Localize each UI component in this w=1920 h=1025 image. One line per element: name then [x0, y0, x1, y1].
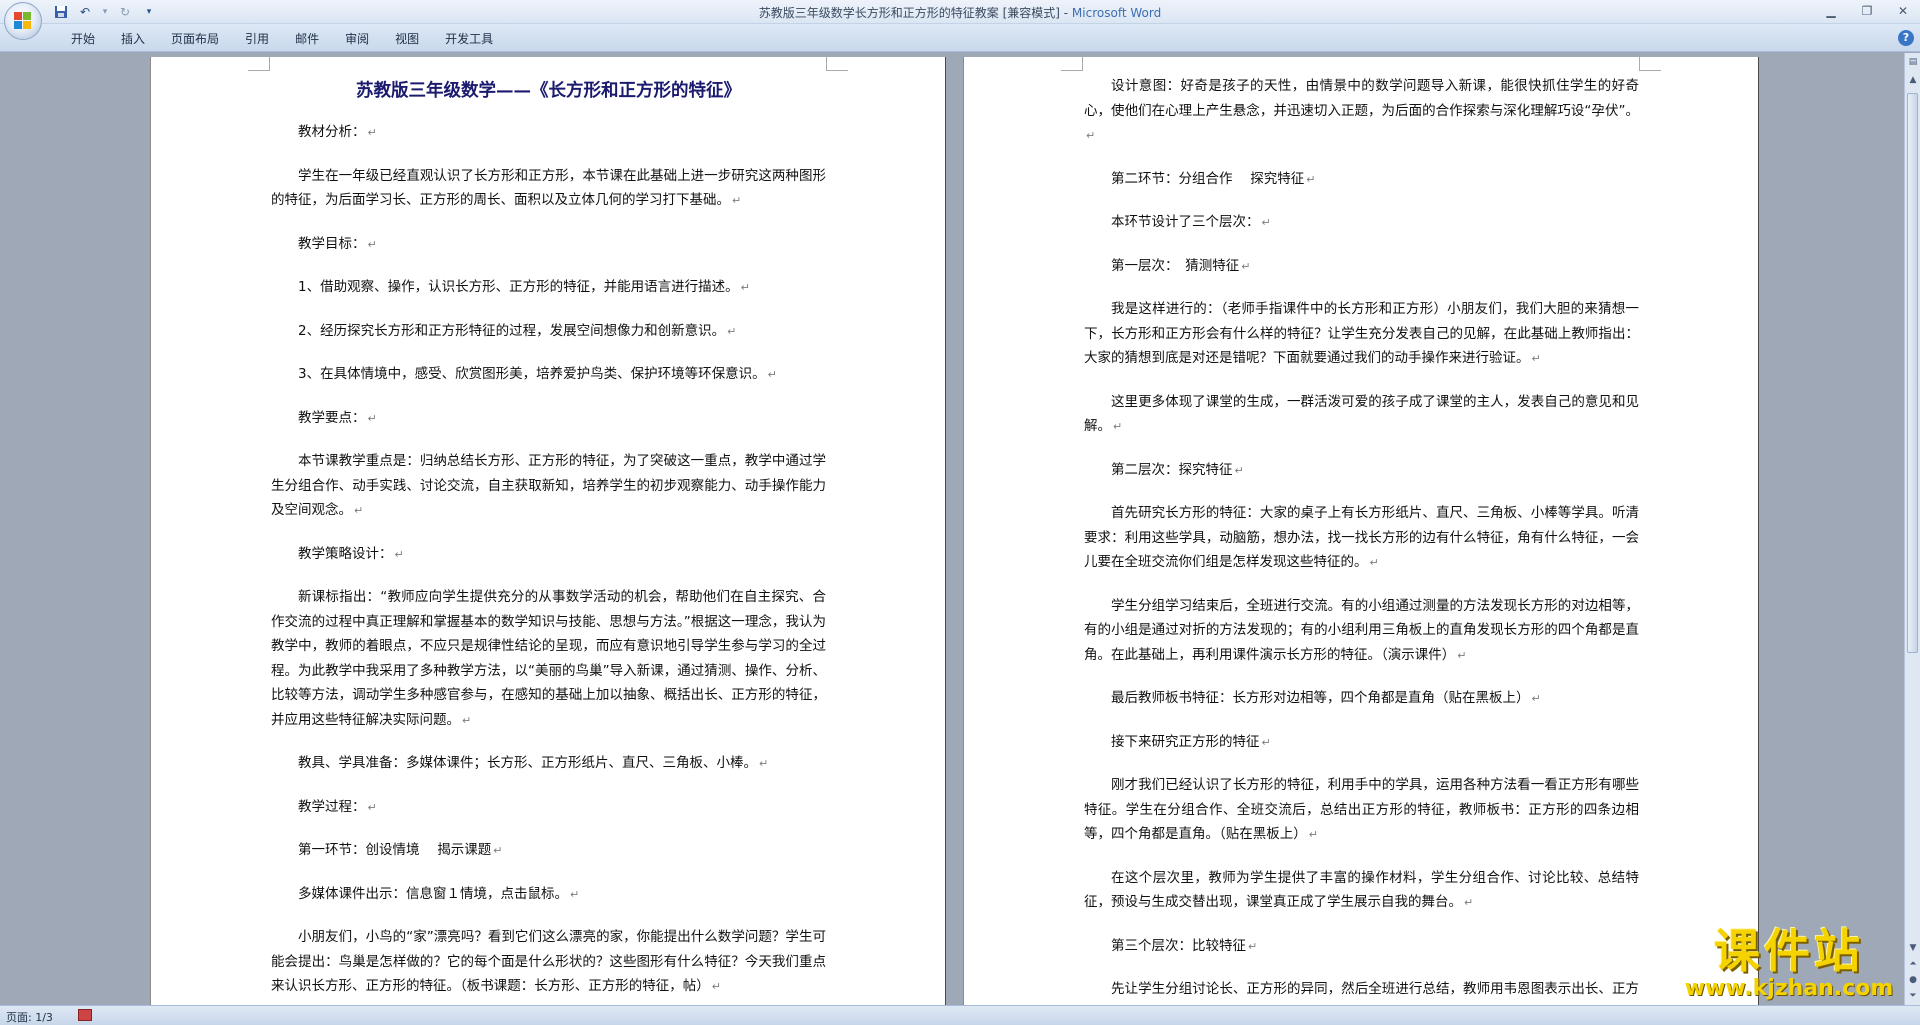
paragraph: 3、在具体情境中，感受、欣赏图形美，培养爱护鸟类、保护环境等环保意识。 — [271, 362, 826, 388]
document-workspace: 苏教版三年级数学——《长方形和正方形的特征》 教材分析： 学生在一年级已经直观认识… — [0, 53, 1904, 1005]
window-title: 苏教版三年级数学长方形和正方形的特征教案 [兼容模式] - Microsoft … — [0, 4, 1920, 21]
paragraph: 教学策略设计： — [271, 542, 826, 568]
window-controls: ▁ ❐ ✕ — [1820, 2, 1914, 20]
scroll-down-icon[interactable]: ▼ — [1906, 941, 1920, 955]
paragraph: 接下来研究正方形的特征 — [1084, 730, 1639, 756]
document-heading: 苏教版三年级数学——《长方形和正方形的特征》 — [356, 81, 741, 101]
next-page-icon[interactable]: ⏷ — [1906, 989, 1920, 1003]
scrollbar-thumb[interactable] — [1907, 93, 1918, 653]
paragraph: 2、经历探究长方形和正方形特征的过程，发展空间想像力和创新意识。 — [271, 319, 826, 345]
paragraph: 首先研究长方形的特征：大家的桌子上有长方形纸片、直尺、三角板、小棒等学具。听清要… — [1084, 501, 1639, 576]
paragraph: 教学目标： — [271, 232, 826, 258]
tab-home[interactable]: 开始 — [58, 30, 108, 48]
paragraph: 新课标指出：“教师应向学生提供充分的从事数学活动的机会，帮助他们在自主探究、合作… — [271, 585, 826, 733]
page-content: 设计意图：好奇是孩子的天性，由情景中的数学问题导入新课，能很快抓住学生的好奇心，… — [1084, 74, 1639, 1005]
paragraph: 第一层次： 猜测特征 — [1084, 254, 1639, 280]
previous-page-icon[interactable]: ⏶ — [1906, 957, 1920, 971]
close-icon[interactable]: ✕ — [1892, 2, 1914, 20]
paragraph: 我是这样进行的：（老师手指课件中的长方形和正方形）小朋友们，我们大胆的来猜想一下… — [1084, 297, 1639, 372]
paragraph: 小朋友们，小鸟的“家”漂亮吗？看到它们这么漂亮的家，你能提出什么数学问题？学生可… — [271, 925, 826, 1000]
margin-corner-mark — [826, 57, 848, 71]
status-bar: 页面: 1/3 — [0, 1005, 1920, 1025]
document-title: 苏教版三年级数学长方形和正方形的特征教案 [兼容模式] - — [758, 6, 1072, 20]
tab-developer[interactable]: 开发工具 — [432, 30, 506, 48]
paragraph: 教材分析： — [271, 120, 826, 146]
paragraph: 设计意图：好奇是孩子的天性，由情景中的数学问题导入新课，能很快抓住学生的好奇心，… — [1084, 74, 1639, 149]
paragraph: 最后教师板书特征：长方形对边相等，四个角都是直角（贴在黑板上） — [1084, 686, 1639, 712]
macro-record-icon[interactable] — [78, 1009, 92, 1021]
document-page-1[interactable]: 苏教版三年级数学——《长方形和正方形的特征》 教材分析： 学生在一年级已经直观认识… — [150, 57, 946, 1005]
tab-view[interactable]: 视图 — [382, 30, 432, 48]
paragraph: 第一环节：创设情境 揭示课题 — [271, 838, 826, 864]
scroll-up-icon[interactable]: ▲ — [1906, 73, 1920, 87]
margin-corner-mark — [1061, 57, 1083, 71]
restore-icon[interactable]: ❐ — [1856, 2, 1878, 20]
watermark-url: www.kjzhan.com — [1684, 976, 1894, 1001]
ribbon-tabs: 开始 插入 页面布局 引用 邮件 审阅 视图 开发工具 — [58, 30, 506, 48]
paragraph: 第二环节：分组合作 探究特征 — [1084, 167, 1639, 193]
tab-page-layout[interactable]: 页面布局 — [158, 30, 232, 48]
ruler-toggle-icon[interactable]: ▤ — [1906, 55, 1920, 69]
margin-corner-mark — [248, 57, 270, 71]
tab-references[interactable]: 引用 — [232, 30, 282, 48]
office-button[interactable] — [4, 2, 42, 40]
watermark-logo: 课件站 www.kjzhan.com — [1676, 924, 1902, 1002]
paragraph: 第二层次：探究特征 — [1084, 458, 1639, 484]
browse-object-icon[interactable]: ● — [1906, 973, 1920, 987]
paragraph: 教具、学具准备：多媒体课件；长方形、正方形纸片、直尺、三角板、小棒。 — [271, 751, 826, 777]
minimize-icon[interactable]: ▁ — [1820, 2, 1842, 20]
page-indicator[interactable]: 页面: 1/3 — [6, 1009, 53, 1025]
tab-insert[interactable]: 插入 — [108, 30, 158, 48]
paragraph: 教学要点： — [271, 406, 826, 432]
tab-mailings[interactable]: 邮件 — [282, 30, 332, 48]
paragraph: 教学过程： — [271, 795, 826, 821]
help-icon[interactable]: ? — [1898, 30, 1914, 46]
vertical-scrollbar[interactable]: ▤ ▲ ▼ ⏶ ● ⏷ — [1904, 53, 1920, 1005]
document-page-2[interactable]: 设计意图：好奇是孩子的天性，由情景中的数学问题导入新课，能很快抓住学生的好奇心，… — [963, 57, 1759, 1005]
paragraph: 多媒体课件出示：信息窗１情境，点击鼠标。 — [271, 882, 826, 908]
paragraph: 刚才我们已经认识了长方形的特征，利用手中的学具，运用各种方法看一看正方形有哪些特… — [1084, 773, 1639, 848]
tab-review[interactable]: 审阅 — [332, 30, 382, 48]
paragraph: 这里更多体现了课堂的生成，一群活泼可爱的孩子成了课堂的主人，发表自己的意见和见解… — [1084, 390, 1639, 440]
paragraph: 第三个层次：比较特征 — [1084, 934, 1639, 960]
paragraph: 本环节设计了三个层次： — [1084, 210, 1639, 236]
app-name: Microsoft Word — [1071, 6, 1162, 20]
page-content: 苏教版三年级数学——《长方形和正方形的特征》 教材分析： 学生在一年级已经直观认识… — [271, 71, 826, 1005]
paragraph: 先让学生分组讨论长、正方形的异同，然后全班进行总结，教师用韦恩图表示出长、正方形… — [1084, 977, 1639, 1005]
paragraph: 在这个层次里，教师为学生提供了丰富的操作材料，学生分组合作、讨论比较、总结特征，… — [1084, 866, 1639, 916]
title-bar: ↶ ▾ ↻ ▾ 苏教版三年级数学长方形和正方形的特征教案 [兼容模式] - Mi… — [0, 0, 1920, 24]
ribbon: 开始 插入 页面布局 引用 邮件 审阅 视图 开发工具 ? — [0, 24, 1920, 52]
office-logo-icon — [14, 12, 32, 30]
paragraph: 1、借助观察、操作，认识长方形、正方形的特征，并能用语言进行描述。 — [271, 275, 826, 301]
paragraph: 学生在一年级已经直观认识了长方形和正方形，本节课在此基础上进一步研究这两种图形的… — [271, 164, 826, 214]
watermark-brand: 课件站 — [1714, 924, 1864, 978]
paragraph: 本节课教学重点是：归纳总结长方形、正方形的特征，为了突破这一重点，教学中通过学生… — [271, 449, 826, 524]
margin-corner-mark — [1639, 57, 1661, 71]
paragraph: 学生分组学习结束后，全班进行交流。有的小组通过测量的方法发现长方形的对边相等，有… — [1084, 594, 1639, 669]
